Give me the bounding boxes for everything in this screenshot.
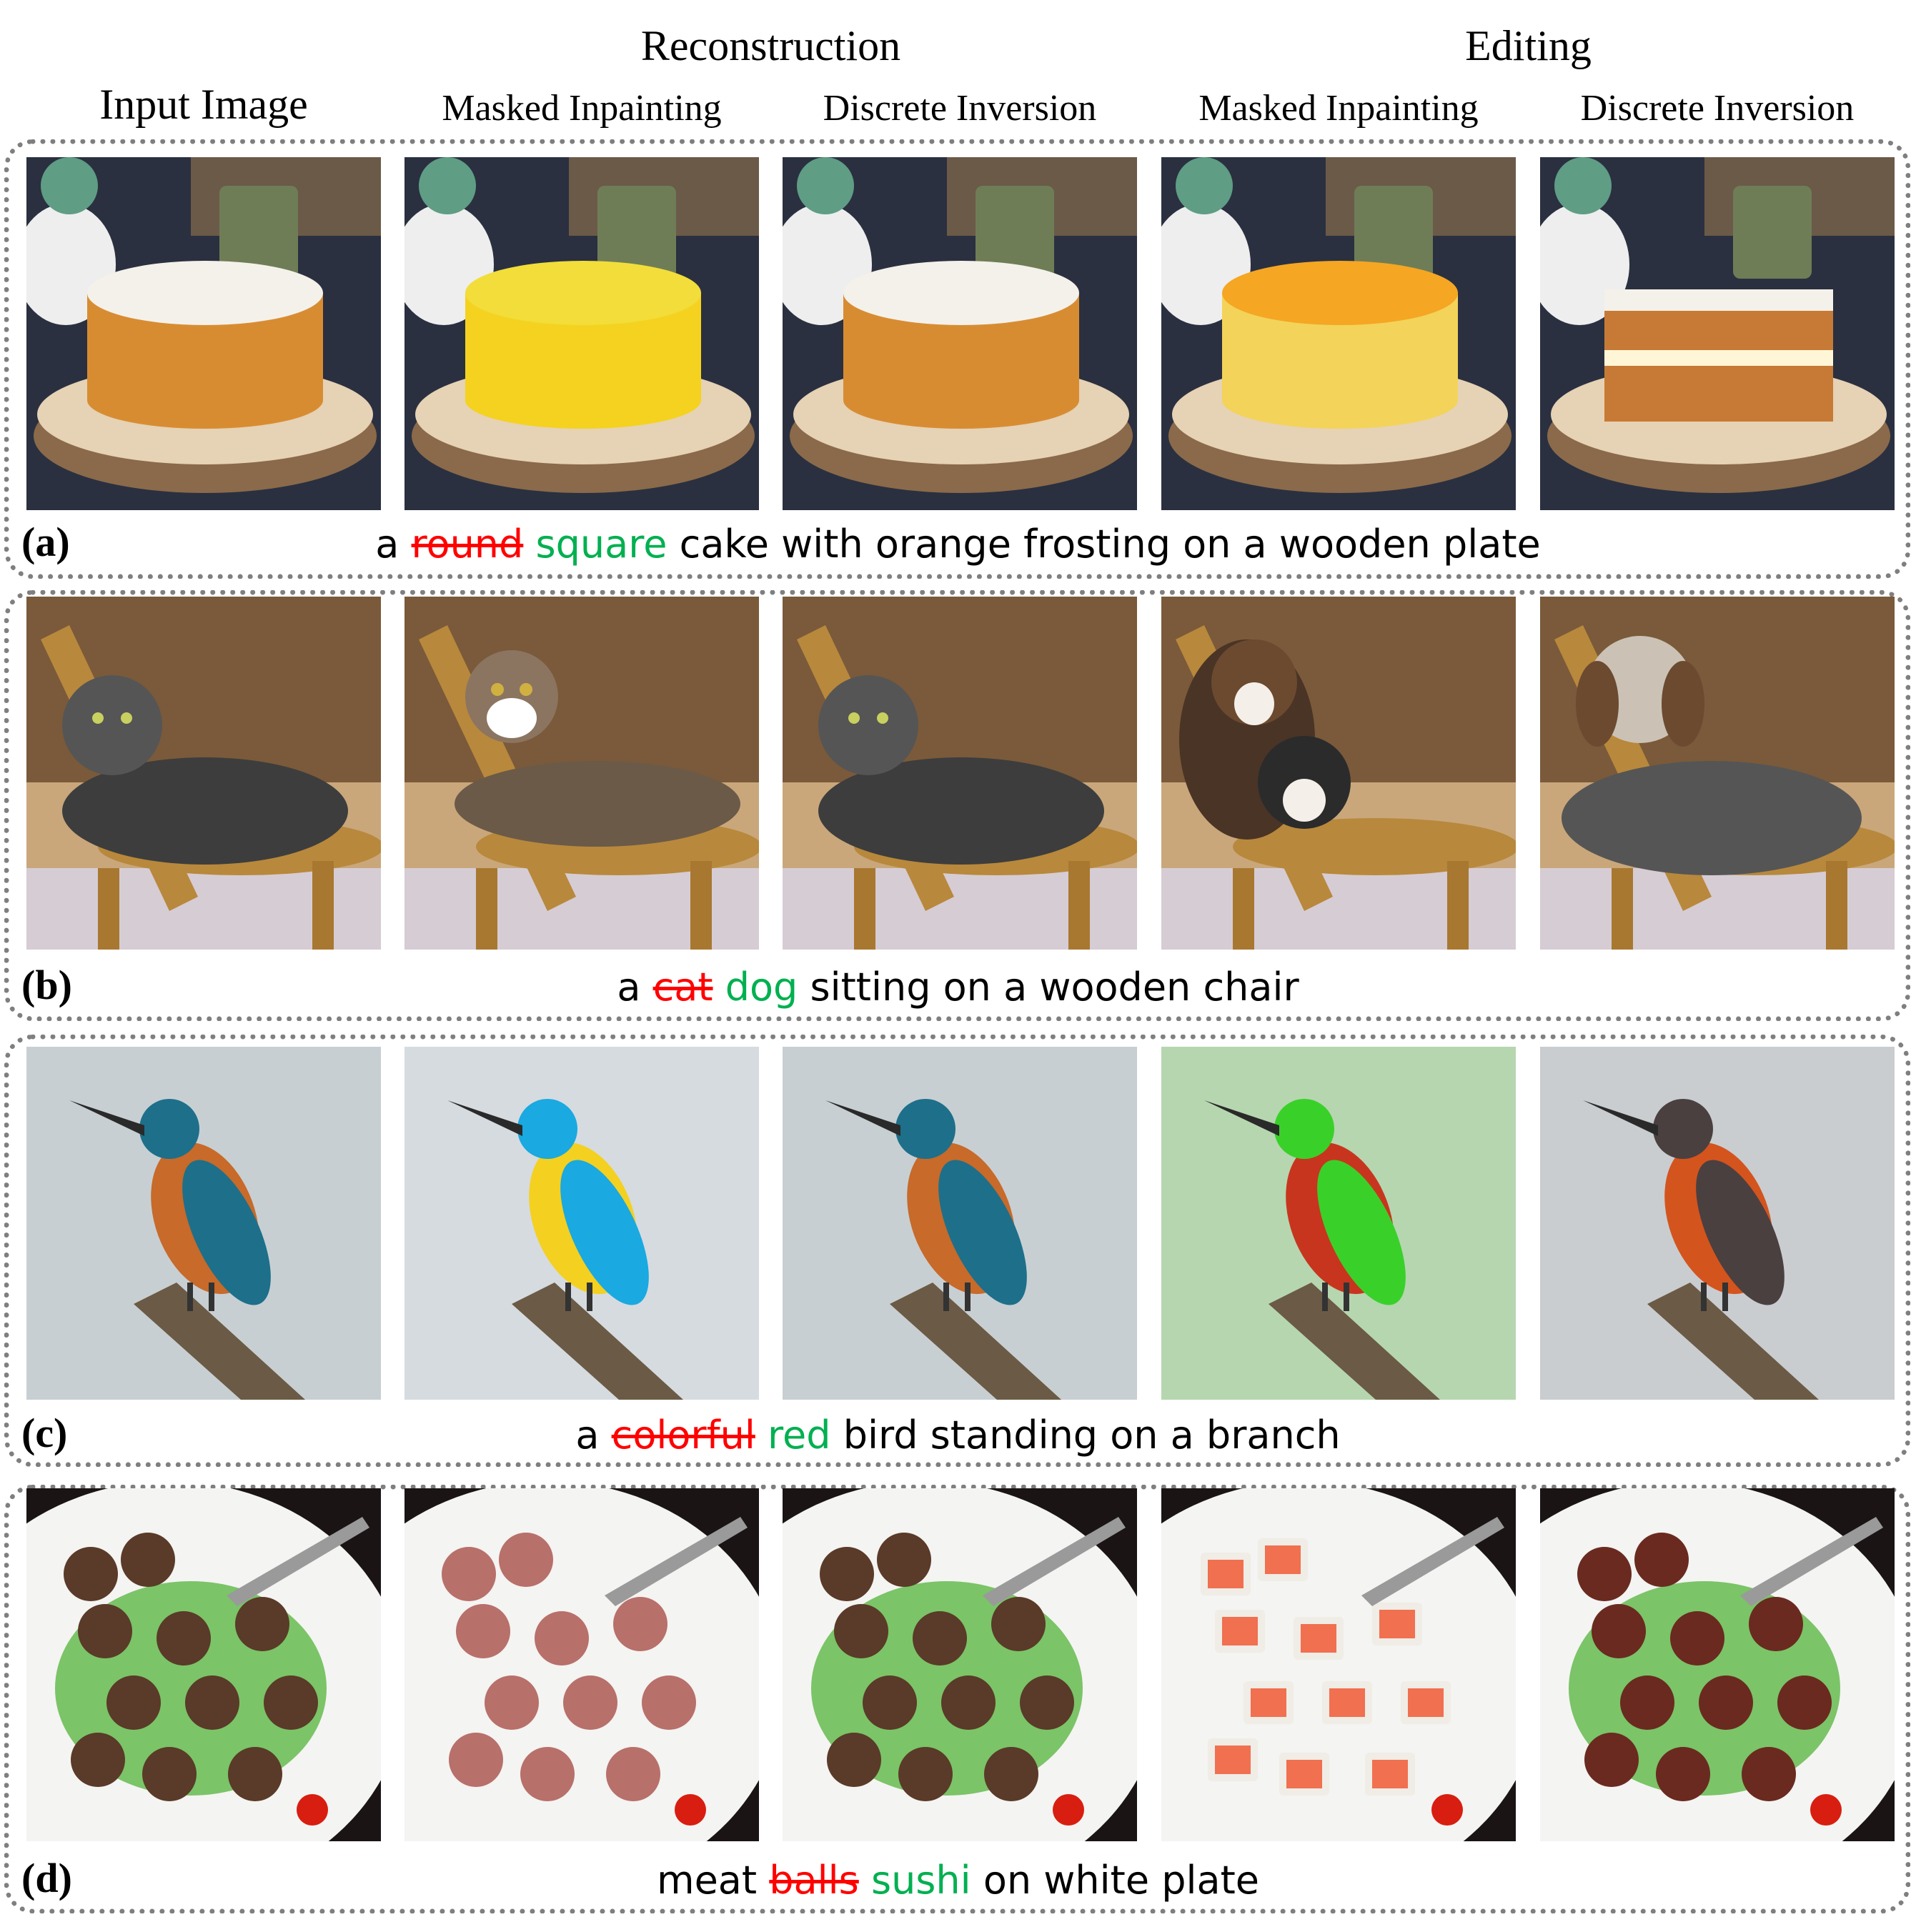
caption-deleted-word: colorful (611, 1413, 755, 1458)
caption-deleted-word: balls (769, 1858, 859, 1903)
group-title-reconstruction: Reconstruction (640, 22, 901, 69)
image-c-recon-masked-inpainting (404, 1047, 759, 1400)
image-c-edit-discrete-inversion (1540, 1047, 1895, 1400)
caption-d: meat balls sushi on white plate (0, 1858, 1916, 1903)
caption-suffix: bird standing on a branch (843, 1413, 1341, 1458)
caption-prefix: meat (656, 1858, 758, 1903)
image-a-recon-discrete-inversion (783, 157, 1137, 510)
image-c-input (26, 1047, 381, 1400)
image-b-edit-discrete-inversion (1540, 597, 1895, 950)
caption-a: a round square cake with orange frosting… (0, 522, 1916, 567)
caption-deleted-word: round (411, 522, 524, 567)
image-a-edit-masked-inpainting (1161, 157, 1516, 510)
column-title-edit-discrete-inversion: Discrete Inversion (1580, 88, 1855, 129)
caption-suffix: on white plate (983, 1858, 1259, 1903)
caption-inserted-word: square (535, 522, 667, 567)
image-a-edit-discrete-inversion (1540, 157, 1895, 510)
image-c-edit-masked-inpainting (1161, 1047, 1516, 1400)
image-d-recon-discrete-inversion (783, 1488, 1137, 1841)
column-title-recon-discrete-inversion: Discrete Inversion (823, 88, 1097, 129)
group-title-editing: Editing (1465, 22, 1592, 69)
image-b-edit-masked-inpainting (1161, 597, 1516, 950)
caption-suffix: cake with orange frosting on a wooden pl… (679, 522, 1541, 567)
caption-inserted-word: red (768, 1413, 831, 1458)
image-b-recon-masked-inpainting (404, 597, 759, 950)
image-a-input (26, 157, 381, 510)
image-a-recon-masked-inpainting (404, 157, 759, 510)
image-d-recon-masked-inpainting (404, 1488, 759, 1841)
image-d-input (26, 1488, 381, 1841)
caption-prefix: a (575, 1413, 600, 1458)
caption-deleted-word: cat (652, 965, 713, 1010)
column-title-edit-masked-inpainting: Masked Inpainting (1198, 88, 1479, 129)
caption-inserted-word: dog (725, 965, 798, 1010)
caption-prefix: a (375, 522, 399, 567)
caption-prefix: a (617, 965, 641, 1010)
image-b-input (26, 597, 381, 950)
image-c-recon-discrete-inversion (783, 1047, 1137, 1400)
column-title-input-image: Input Image (99, 81, 308, 128)
column-title-recon-masked-inpainting: Masked Inpainting (442, 88, 722, 129)
caption-c: a colorful red bird standing on a branch (0, 1413, 1916, 1458)
image-b-recon-discrete-inversion (783, 597, 1137, 950)
caption-suffix: sitting on a wooden chair (810, 965, 1299, 1010)
image-d-edit-masked-inpainting (1161, 1488, 1516, 1841)
caption-b: a cat dog sitting on a wooden chair (0, 965, 1916, 1010)
caption-inserted-word: sushi (870, 1858, 971, 1903)
image-d-edit-discrete-inversion (1540, 1488, 1895, 1841)
